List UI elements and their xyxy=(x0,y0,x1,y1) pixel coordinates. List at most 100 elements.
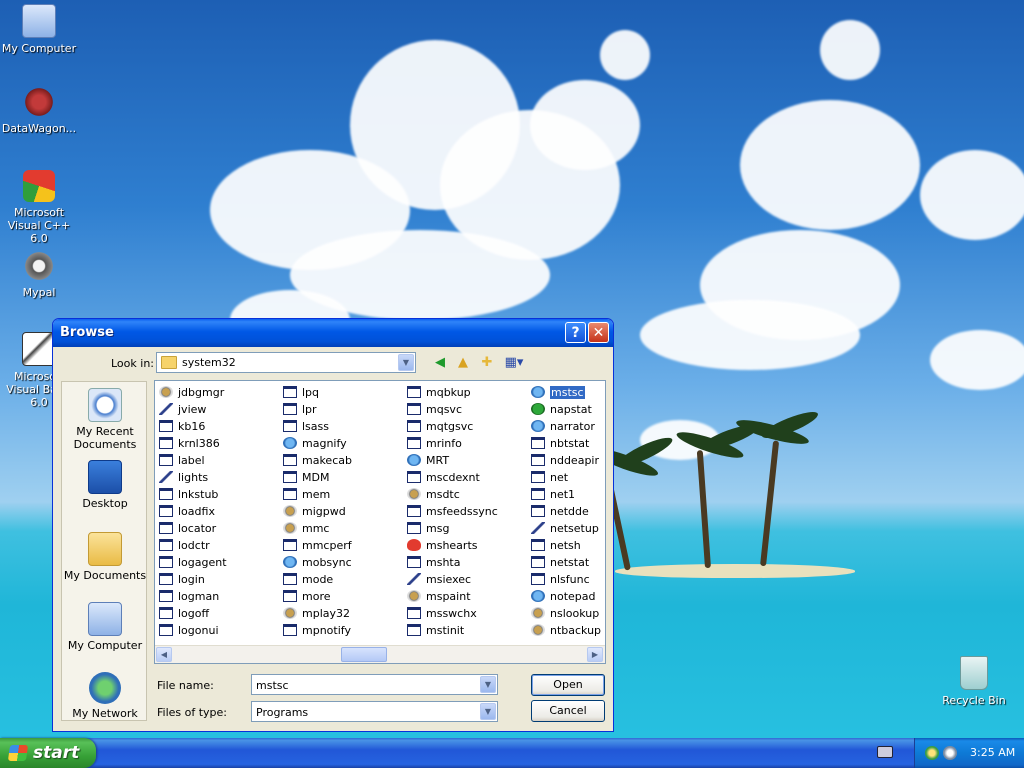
file-item[interactable]: nbtstat xyxy=(529,435,601,452)
file-item[interactable]: mpnotify xyxy=(281,622,352,639)
file-item[interactable]: lsass xyxy=(281,418,352,435)
chevron-down-icon[interactable]: ▼ xyxy=(398,354,414,371)
application-icon xyxy=(407,386,421,398)
file-item[interactable]: logagent xyxy=(157,554,227,571)
help-button[interactable]: ? xyxy=(565,322,586,343)
file-item[interactable]: logoff xyxy=(157,605,227,622)
back-icon[interactable]: ◀ xyxy=(431,355,449,371)
file-item[interactable]: jdbgmgr xyxy=(157,384,227,401)
application-icon xyxy=(531,471,545,483)
file-item[interactable]: mem xyxy=(281,486,352,503)
file-item[interactable]: msswchx xyxy=(405,605,498,622)
file-item[interactable]: login xyxy=(157,571,227,588)
place-my-recent-documents[interactable]: My Recent Documents xyxy=(62,388,148,451)
file-item[interactable]: nslookup xyxy=(529,605,601,622)
file-item[interactable]: nddeapir xyxy=(529,452,601,469)
file-item[interactable]: narrator xyxy=(529,418,601,435)
view-menu-icon[interactable]: ▦▾ xyxy=(502,355,526,371)
file-item[interactable]: mmcperf xyxy=(281,537,352,554)
desktop-icon-my-computer[interactable]: My Computer xyxy=(0,4,78,55)
file-item[interactable]: mqsvc xyxy=(405,401,498,418)
desktop-icon-mypal[interactable]: Mypal xyxy=(0,250,78,299)
file-item[interactable]: netsetup xyxy=(529,520,601,537)
file-item[interactable]: nlsfunc xyxy=(529,571,601,588)
file-item[interactable]: lpq xyxy=(281,384,352,401)
keyboard-icon[interactable] xyxy=(877,746,893,758)
file-item[interactable]: netsh xyxy=(529,537,601,554)
file-item[interactable]: MDM xyxy=(281,469,352,486)
file-item-label: netstat xyxy=(550,556,590,569)
file-item[interactable]: napstat xyxy=(529,401,601,418)
file-item[interactable]: loadfix xyxy=(157,503,227,520)
file-name-input[interactable]: mstsc ▼ xyxy=(251,674,498,695)
file-item[interactable]: mscdexnt xyxy=(405,469,498,486)
file-type-dropdown[interactable]: Programs ▼ xyxy=(251,701,498,722)
horizontal-scrollbar[interactable]: ◀ ▶ xyxy=(155,645,605,663)
volume-icon[interactable] xyxy=(943,746,957,760)
file-list[interactable]: jdbgmgr jview kb16 krnl386 label lights … xyxy=(154,380,606,664)
file-item[interactable]: net xyxy=(529,469,601,486)
file-item[interactable]: mobsync xyxy=(281,554,352,571)
file-item[interactable]: net1 xyxy=(529,486,601,503)
file-item[interactable]: netdde xyxy=(529,503,601,520)
file-item[interactable]: mqbkup xyxy=(405,384,498,401)
network-status-icon[interactable] xyxy=(925,746,939,760)
file-item[interactable]: ntbackup xyxy=(529,622,601,639)
file-item[interactable]: lnkstub xyxy=(157,486,227,503)
file-item[interactable]: label xyxy=(157,452,227,469)
desktop-icon-datawagon[interactable]: DataWagon... xyxy=(0,86,78,135)
place-my-computer[interactable]: My Computer xyxy=(62,602,148,652)
file-item[interactable]: msdtc xyxy=(405,486,498,503)
file-item-selected[interactable]: mstsc xyxy=(529,384,601,401)
desktop-icon-recycle-bin[interactable]: Recycle Bin xyxy=(935,656,1013,707)
chevron-down-icon[interactable]: ▼ xyxy=(480,703,496,720)
chevron-down-icon[interactable]: ▼ xyxy=(480,676,496,693)
file-item[interactable]: netstat xyxy=(529,554,601,571)
file-item[interactable]: jview xyxy=(157,401,227,418)
file-item[interactable]: notepad xyxy=(529,588,601,605)
clock[interactable]: 3:25 AM xyxy=(970,746,1015,759)
file-item[interactable]: makecab xyxy=(281,452,352,469)
file-item[interactable]: mmc xyxy=(281,520,352,537)
file-item[interactable]: msg xyxy=(405,520,498,537)
file-item[interactable]: lpr xyxy=(281,401,352,418)
file-item[interactable]: locator xyxy=(157,520,227,537)
file-item[interactable]: magnify xyxy=(281,435,352,452)
file-item[interactable]: more xyxy=(281,588,352,605)
up-folder-icon[interactable]: ▲ xyxy=(454,355,472,371)
file-item[interactable]: mshearts xyxy=(405,537,498,554)
scroll-left-icon[interactable]: ◀ xyxy=(156,647,172,662)
file-item[interactable]: mstinit xyxy=(405,622,498,639)
close-button[interactable]: ✕ xyxy=(588,322,609,343)
file-item-label: msiexec xyxy=(426,573,472,586)
cancel-button[interactable]: Cancel xyxy=(531,700,605,722)
new-folder-icon[interactable]: ✚ xyxy=(478,355,496,371)
place-my-documents[interactable]: My Documents xyxy=(62,532,148,582)
file-item[interactable]: msiexec xyxy=(405,571,498,588)
open-button[interactable]: Open xyxy=(531,674,605,696)
file-item[interactable]: mqtgsvc xyxy=(405,418,498,435)
file-item[interactable]: logonui xyxy=(157,622,227,639)
file-item[interactable]: logman xyxy=(157,588,227,605)
file-item[interactable]: lodctr xyxy=(157,537,227,554)
scrollbar-thumb[interactable] xyxy=(341,647,387,662)
title-bar[interactable]: Browse ? ✕ xyxy=(53,319,613,347)
file-item[interactable]: MRT xyxy=(405,452,498,469)
file-item[interactable]: mshta xyxy=(405,554,498,571)
file-item[interactable]: mode xyxy=(281,571,352,588)
file-item[interactable]: migpwd xyxy=(281,503,352,520)
file-item[interactable]: msfeedssync xyxy=(405,503,498,520)
application-icon xyxy=(283,522,297,534)
file-item[interactable]: lights xyxy=(157,469,227,486)
file-item[interactable]: mplay32 xyxy=(281,605,352,622)
desktop-icon-visual-cpp[interactable]: Microsoft Visual C++ 6.0 xyxy=(0,170,78,245)
place-desktop[interactable]: Desktop xyxy=(62,460,148,510)
scroll-right-icon[interactable]: ▶ xyxy=(587,647,603,662)
place-my-network[interactable]: My Network xyxy=(62,672,148,720)
file-item[interactable]: kb16 xyxy=(157,418,227,435)
file-item[interactable]: krnl386 xyxy=(157,435,227,452)
start-button[interactable]: start xyxy=(0,738,96,768)
look-in-dropdown[interactable]: system32 ▼ xyxy=(156,352,416,373)
file-item[interactable]: mspaint xyxy=(405,588,498,605)
file-item[interactable]: mrinfo xyxy=(405,435,498,452)
